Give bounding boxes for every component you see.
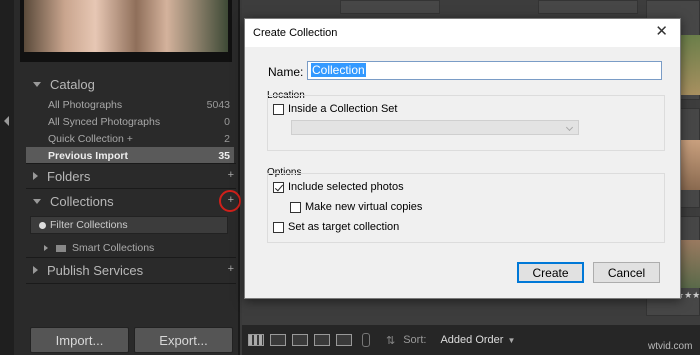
add-publish-service-plus-icon[interactable]: + <box>228 263 234 275</box>
set-target-collection-label: Set as target collection <box>288 221 400 233</box>
collection-set-select <box>291 120 579 135</box>
name-label: Name: <box>268 65 304 79</box>
compare-view-icon[interactable] <box>292 334 308 346</box>
expand-triangle-icon <box>33 198 41 204</box>
catalog-item-count: 0 <box>224 115 230 128</box>
catalog-item-count: 5043 <box>206 98 230 111</box>
publish-services-title: Publish Services <box>47 262 144 278</box>
folders-header[interactable]: Folders + <box>14 164 240 188</box>
inside-collection-set-label: Inside a Collection Set <box>288 103 398 115</box>
collection-name-value: Collection <box>311 63 366 77</box>
inside-collection-set-option[interactable]: Inside a Collection Set <box>273 103 397 115</box>
create-button[interactable]: Create <box>517 262 584 283</box>
catalog-item-all-photographs[interactable]: All Photographs 5043 <box>26 96 234 113</box>
catalog-item-all-synced[interactable]: All Synced Photographs 0 <box>26 113 234 130</box>
grid-cell[interactable] <box>340 0 440 14</box>
make-virtual-copies-label: Make new virtual copies <box>305 201 423 213</box>
add-folder-plus-icon[interactable]: + <box>228 169 234 181</box>
library-toolbar: ⇅ Sort: Added Order ▼ <box>242 325 700 355</box>
highlight-circle-annotation <box>219 190 241 212</box>
cancel-button[interactable]: Cancel <box>593 262 660 283</box>
smart-collections-item[interactable]: Smart Collections <box>30 241 228 255</box>
include-selected-photos-label: Include selected photos <box>288 181 404 193</box>
filter-collections-placeholder: Filter Collections <box>50 219 128 231</box>
catalog-item-count: 2 <box>224 132 230 145</box>
create-collection-dialog: Create Collection ✕ Name: Collection Loc… <box>244 18 681 299</box>
sort-label: Sort: <box>403 334 427 346</box>
chevron-down-icon <box>565 123 574 132</box>
sort-direction-icon[interactable]: ⇅ <box>386 334 395 347</box>
folders-title: Folders <box>47 168 91 184</box>
divider <box>26 283 236 284</box>
collection-name-input[interactable]: Collection <box>307 61 662 80</box>
collapse-triangle-icon <box>33 266 38 274</box>
include-selected-photos-option[interactable]: Include selected photos <box>273 181 404 193</box>
collapse-panel-arrow-icon[interactable] <box>4 116 9 126</box>
smart-collections-label: Smart Collections <box>72 242 155 254</box>
catalog-item-label: Quick Collection + <box>48 132 133 145</box>
grid-view-icon[interactable] <box>248 334 264 346</box>
grid-cell[interactable] <box>538 0 638 14</box>
catalog-item-label: Previous Import <box>48 149 128 162</box>
set-target-collection-option[interactable]: Set as target collection <box>273 221 399 233</box>
lightroom-window: Catalog All Photographs 5043 All Synced … <box>0 0 700 355</box>
navigator-preview-photo <box>24 0 228 52</box>
catalog-list: All Photographs 5043 All Synced Photogra… <box>26 96 234 164</box>
chevron-down-icon[interactable]: ▼ <box>507 336 515 345</box>
left-gutter <box>0 0 14 355</box>
expand-triangle-icon <box>33 81 41 87</box>
people-view-icon[interactable] <box>336 334 352 346</box>
dialog-title: Create Collection <box>253 27 338 39</box>
smart-collection-folder-icon <box>56 244 66 252</box>
dialog-titlebar[interactable]: Create Collection ✕ <box>245 19 680 47</box>
collapse-triangle-icon <box>33 172 38 180</box>
photo-thumbnail[interactable] <box>678 35 700 95</box>
catalog-item-label: All Photographs <box>48 98 123 111</box>
collapse-triangle-icon <box>44 245 48 251</box>
export-button[interactable]: Export... <box>134 327 233 353</box>
catalog-header[interactable]: Catalog <box>14 72 240 96</box>
catalog-title: Catalog <box>50 76 95 92</box>
photo-thumbnail[interactable] <box>678 240 700 288</box>
loupe-view-icon[interactable] <box>270 334 286 346</box>
filter-collections-input[interactable]: Filter Collections <box>30 216 228 234</box>
import-button[interactable]: Import... <box>30 327 129 353</box>
catalog-item-count: 35 <box>218 149 230 162</box>
painter-spray-icon[interactable] <box>362 333 370 347</box>
catalog-item-quick-collection[interactable]: Quick Collection + 2 <box>26 130 234 147</box>
catalog-item-previous-import[interactable]: Previous Import 35 <box>26 147 234 164</box>
search-icon <box>39 221 46 229</box>
survey-view-icon[interactable] <box>314 334 330 346</box>
catalog-item-label: All Synced Photographs <box>48 115 161 128</box>
set-target-collection-checkbox[interactable] <box>273 221 284 233</box>
make-virtual-copies-checkbox[interactable] <box>290 201 301 213</box>
make-virtual-copies-option[interactable]: Make new virtual copies <box>290 201 422 213</box>
publish-services-header[interactable]: Publish Services + <box>14 258 240 282</box>
photo-thumbnail[interactable] <box>678 140 700 190</box>
watermark: wtvid.com <box>648 341 693 352</box>
collections-header[interactable]: Collections + <box>14 189 240 213</box>
collections-title: Collections <box>50 193 114 209</box>
close-icon[interactable]: ✕ <box>655 24 668 40</box>
include-selected-photos-checkbox[interactable] <box>273 181 284 193</box>
inside-collection-set-checkbox[interactable] <box>273 103 284 115</box>
sort-order-select[interactable]: Added Order <box>440 334 503 346</box>
